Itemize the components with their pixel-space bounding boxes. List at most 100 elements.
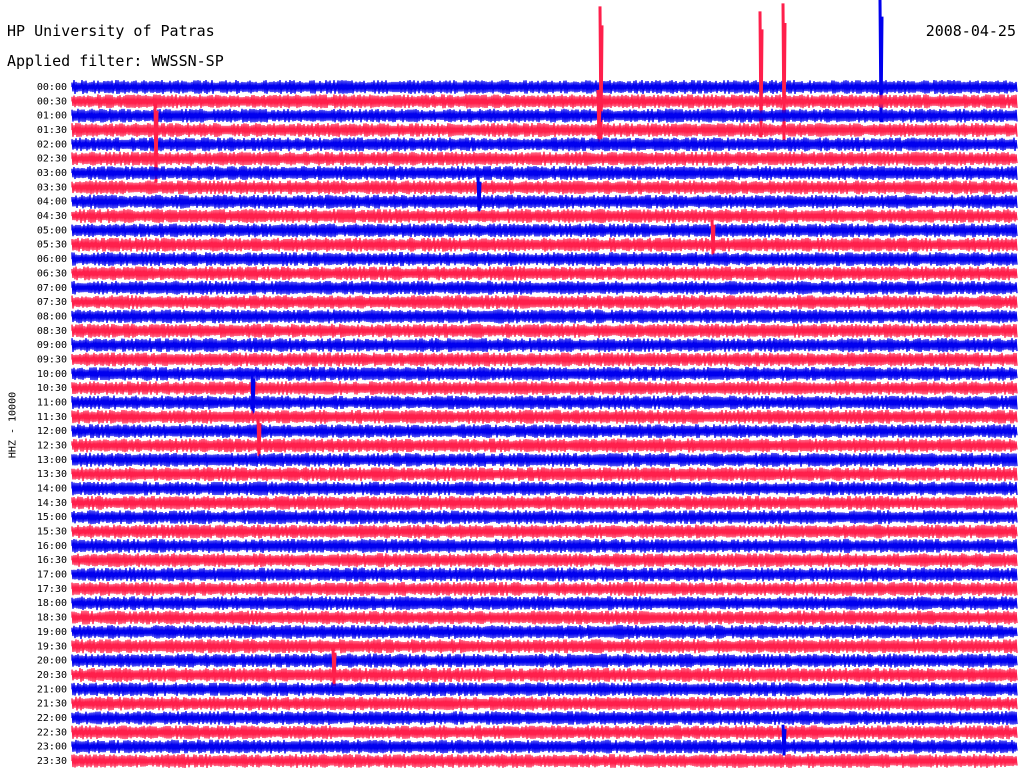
seismic-trace xyxy=(71,94,1018,109)
time-tick-label: 21:30 xyxy=(37,699,67,710)
trace-row: 19:30 xyxy=(37,639,1018,654)
time-tick-label: 03:00 xyxy=(37,168,67,179)
time-tick-label: 02:00 xyxy=(37,139,67,150)
seismic-trace xyxy=(71,524,1018,539)
seismic-trace xyxy=(71,624,1018,639)
time-tick-label: 14:30 xyxy=(37,498,67,509)
trace-row: 12:00 xyxy=(37,424,1018,439)
trace-row: 03:00 xyxy=(37,165,1018,181)
time-tick-label: 14:00 xyxy=(37,484,67,495)
trace-row: 13:00 xyxy=(37,452,1018,467)
seismic-trace xyxy=(71,409,1018,424)
seismic-trace xyxy=(71,280,1018,295)
time-tick-label: 07:00 xyxy=(37,283,67,294)
time-tick-label: 10:30 xyxy=(37,383,67,394)
time-tick-label: 19:30 xyxy=(37,641,67,652)
trace-spike xyxy=(250,372,256,415)
time-tick-label: 18:00 xyxy=(37,598,67,609)
seismic-trace xyxy=(71,137,1018,152)
trace-row: 20:30 xyxy=(37,646,1018,687)
time-tick-label: 10:00 xyxy=(37,369,67,380)
seismic-trace xyxy=(71,309,1018,324)
time-tick-label: 11:30 xyxy=(37,412,67,423)
time-tick-label: 23:30 xyxy=(37,756,67,767)
seismic-trace xyxy=(71,739,1018,754)
trace-row: 06:00 xyxy=(37,252,1018,267)
time-tick-label: 20:00 xyxy=(37,656,67,667)
seismic-trace xyxy=(71,338,1018,353)
trace-row: 08:00 xyxy=(37,309,1018,324)
time-tick-label: 02:30 xyxy=(37,154,67,165)
trace-row: 10:30 xyxy=(37,381,1018,396)
trace-row: 06:30 xyxy=(37,266,1018,281)
time-tick-label: 17:30 xyxy=(37,584,67,595)
seismic-trace xyxy=(71,122,1018,138)
seismic-trace xyxy=(71,653,1018,668)
trace-row: 09:00 xyxy=(37,338,1018,353)
time-tick-label: 16:30 xyxy=(37,555,67,566)
seismic-trace xyxy=(71,108,1018,123)
trace-spike xyxy=(331,646,337,687)
trace-row: 17:00 xyxy=(37,567,1018,582)
trace-row: 23:30 xyxy=(37,753,1018,769)
trace-row: 22:30 xyxy=(37,725,1018,740)
seismic-trace xyxy=(71,467,1018,482)
seismic-trace xyxy=(71,481,1018,496)
time-tick-label: 12:00 xyxy=(37,426,67,437)
trace-spike xyxy=(596,89,602,147)
time-tick-label: 05:30 xyxy=(37,240,67,251)
seismic-trace xyxy=(71,667,1018,682)
seismic-trace xyxy=(71,323,1018,338)
seismic-trace xyxy=(71,510,1018,525)
time-tick-label: 13:00 xyxy=(37,455,67,466)
seismic-trace xyxy=(71,237,1018,252)
seismic-trace xyxy=(71,753,1018,769)
trace-row: 15:30 xyxy=(37,524,1018,539)
time-tick-label: 12:30 xyxy=(37,441,67,452)
seismic-trace xyxy=(71,567,1018,582)
trace-spike xyxy=(781,724,787,756)
seismic-trace xyxy=(71,610,1018,625)
time-tick-label: 04:30 xyxy=(37,211,67,222)
trace-row: 07:00 xyxy=(37,280,1018,295)
seismic-trace xyxy=(71,165,1018,181)
trace-row: 20:00 xyxy=(37,653,1018,668)
trace-row: 15:00 xyxy=(37,510,1018,525)
time-tick-label: 08:00 xyxy=(37,311,67,322)
seismic-trace xyxy=(71,252,1018,267)
trace-row: 04:00 xyxy=(37,176,1018,212)
seismic-trace xyxy=(71,682,1018,697)
trace-row: 13:30 xyxy=(37,467,1018,482)
time-tick-label: 15:00 xyxy=(37,512,67,523)
seismic-trace xyxy=(71,495,1018,510)
trace-row: 21:00 xyxy=(37,682,1018,697)
time-tick-label: 04:00 xyxy=(37,197,67,208)
seismic-trace xyxy=(71,639,1018,654)
time-tick-label: 17:00 xyxy=(37,570,67,581)
seismic-trace xyxy=(71,194,1018,209)
seismic-trace xyxy=(71,553,1018,568)
time-tick-label: 00:30 xyxy=(37,96,67,107)
trace-row: 21:30 xyxy=(37,696,1018,711)
seismic-trace xyxy=(71,352,1018,367)
seismic-trace xyxy=(71,366,1018,381)
seismic-trace xyxy=(71,696,1018,711)
seismic-trace xyxy=(71,180,1018,195)
time-tick-label: 22:30 xyxy=(37,727,67,738)
seismic-trace xyxy=(71,209,1018,224)
trace-row: 22:00 xyxy=(37,710,1018,726)
time-tick-label: 01:00 xyxy=(37,111,67,122)
trace-row: 03:30 xyxy=(37,180,1018,195)
trace-row: 05:00 xyxy=(37,223,1018,238)
trace-row: 19:00 xyxy=(37,624,1018,639)
time-tick-label: 16:00 xyxy=(37,541,67,552)
time-tick-label: 00:00 xyxy=(37,82,67,93)
time-tick-label: 23:00 xyxy=(37,742,67,753)
trace-row: 14:00 xyxy=(37,481,1018,496)
trace-row: 16:30 xyxy=(37,553,1018,568)
trace-row: 04:30 xyxy=(37,209,1018,224)
seismic-trace xyxy=(71,223,1018,238)
seismic-trace xyxy=(71,381,1018,396)
time-tick-label: 18:30 xyxy=(37,613,67,624)
time-tick-label: 13:30 xyxy=(37,469,67,480)
